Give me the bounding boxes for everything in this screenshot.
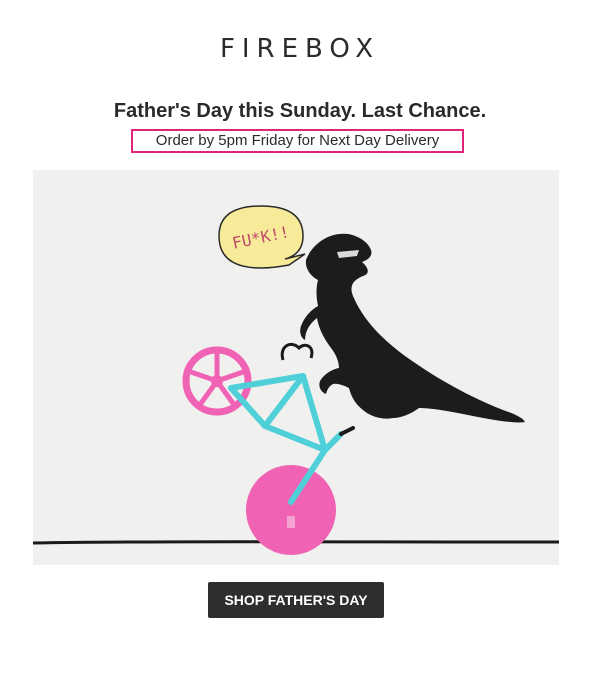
shop-fathers-day-button[interactable]: SHOP FATHER'S DAY (208, 582, 384, 618)
firebox-logo[interactable]: FIREBOX (0, 34, 600, 64)
fathers-day-headline: Father's Day this Sunday. Last Chance. (113, 100, 487, 122)
delivery-notice: Order by 5pm Friday for Next Day Deliver… (131, 129, 464, 153)
hero-image[interactable]: FU*K!! (33, 170, 559, 565)
speech-bubble: FU*K!! (218, 205, 306, 269)
